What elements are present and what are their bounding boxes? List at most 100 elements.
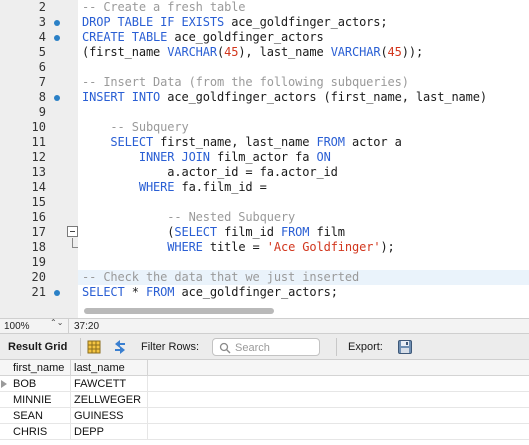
- code-line[interactable]: 20 -- Check the data that we just inserte…: [0, 270, 529, 285]
- cell-last-name[interactable]: GUINESS: [71, 408, 148, 424]
- code-line[interactable]: 8 INSERT INTO ace_goldfinger_actors (firs…: [0, 90, 529, 105]
- code-token-cm: -- Subquery: [82, 120, 189, 134]
- line-number: 21: [31, 285, 46, 299]
- grid-view-icon[interactable]: [86, 339, 102, 355]
- cell-last-name[interactable]: ZELLWEGER: [71, 392, 148, 408]
- line-number: 18: [31, 240, 46, 254]
- code-line[interactable]: 7 -- Insert Data (from the following subq…: [0, 75, 529, 90]
- code-token-num: 45: [224, 45, 239, 59]
- code-line[interactable]: 4 CREATE TABLE ace_goldfinger_actors: [0, 30, 529, 45]
- statement-marker-icon[interactable]: [54, 95, 60, 101]
- code-text[interactable]: -- Subquery: [82, 120, 189, 135]
- code-token-plain: film_id: [217, 225, 281, 239]
- code-text[interactable]: SELECT first_name, last_name FROM actor …: [82, 135, 402, 150]
- code-token-num: 45: [387, 45, 402, 59]
- sql-editor[interactable]: 2 -- Create a fresh table 3 DROP TABLE IF E…: [0, 0, 529, 318]
- line-number: 9: [38, 105, 46, 119]
- table-row[interactable]: BOB FAWCETT: [0, 376, 529, 392]
- code-line[interactable]: 14 WHERE fa.film_id =: [0, 180, 529, 195]
- row-header-cell: [0, 408, 10, 424]
- table-row[interactable]: CHRIS DEPP: [0, 424, 529, 440]
- statement-marker-icon[interactable]: [54, 35, 60, 41]
- result-grid[interactable]: first_name last_name BOB FAWCETT MINNIE …: [0, 360, 529, 445]
- code-line[interactable]: 6: [0, 60, 529, 75]
- fold-toggle-icon[interactable]: [67, 226, 78, 237]
- horizontal-scrollbar[interactable]: [84, 308, 274, 314]
- fold-guide: [72, 238, 73, 247]
- column-header-last-name[interactable]: last_name: [71, 360, 148, 376]
- wrap-cell-icon[interactable]: [112, 339, 128, 355]
- code-line-background: [78, 195, 529, 210]
- code-line[interactable]: 11 SELECT first_name, last_name FROM act…: [0, 135, 529, 150]
- code-text[interactable]: (SELECT film_id FROM film: [82, 225, 345, 240]
- code-text[interactable]: a.actor_id = fa.actor_id: [82, 165, 338, 180]
- code-line[interactable]: 2 -- Create a fresh table: [0, 0, 529, 15]
- code-token-plain: (first_name: [82, 45, 168, 59]
- code-token-plain: actor a: [344, 135, 402, 149]
- cell-first-name[interactable]: CHRIS: [10, 424, 71, 440]
- search-box[interactable]: [212, 338, 320, 356]
- zoom-level[interactable]: 100%: [4, 320, 30, 333]
- table-row[interactable]: MINNIE ZELLWEGER: [0, 392, 529, 408]
- code-text[interactable]: CREATE TABLE ace_goldfinger_actors: [82, 30, 324, 45]
- zoom-stepper-icon[interactable]: ⌃⌄: [50, 319, 63, 333]
- row-header-cell: [0, 392, 10, 408]
- statement-marker-icon[interactable]: [54, 20, 60, 26]
- cell-last-name[interactable]: DEPP: [71, 424, 148, 440]
- code-text[interactable]: INSERT INTO ace_goldfinger_actors (first…: [82, 90, 487, 105]
- toolbar-divider: [80, 338, 81, 356]
- code-line[interactable]: 13 a.actor_id = fa.actor_id: [0, 165, 529, 180]
- cell-last-name[interactable]: FAWCETT: [71, 376, 148, 392]
- fold-guide-end: [72, 247, 78, 248]
- cell-first-name[interactable]: BOB: [10, 376, 71, 392]
- code-token-kw: SELECT: [110, 135, 154, 149]
- line-number: 16: [31, 210, 46, 224]
- code-token-plain: a.actor_id = fa.actor_id: [82, 165, 338, 179]
- code-text[interactable]: SELECT * FROM ace_goldfinger_actors;: [82, 285, 338, 300]
- code-line[interactable]: 15: [0, 195, 529, 210]
- export-icon[interactable]: [397, 339, 413, 355]
- code-line[interactable]: 10 -- Subquery: [0, 120, 529, 135]
- code-line[interactable]: 12 INNER JOIN film_actor fa ON: [0, 150, 529, 165]
- code-text[interactable]: -- Insert Data (from the following subqu…: [82, 75, 409, 90]
- line-number: 3: [38, 15, 46, 29]
- code-text[interactable]: WHERE fa.film_id =: [82, 180, 267, 195]
- code-text[interactable]: -- Create a fresh table: [82, 0, 246, 15]
- code-text[interactable]: WHERE title = 'Ace Goldfinger');: [82, 240, 395, 255]
- code-token-kw: SELECT: [82, 285, 125, 299]
- search-input[interactable]: [235, 341, 317, 354]
- code-text[interactable]: DROP TABLE IF EXISTS ace_goldfinger_acto…: [82, 15, 388, 30]
- code-token-cm: -- Check the data that we just inserted: [82, 270, 360, 284]
- code-line[interactable]: 19: [0, 255, 529, 270]
- code-line[interactable]: 9: [0, 105, 529, 120]
- code-token-plain: ace_goldfinger_actors: [167, 30, 324, 44]
- code-line[interactable]: 21 SELECT * FROM ace_goldfinger_actors;: [0, 285, 529, 300]
- export-label: Export:: [348, 341, 383, 353]
- code-line[interactable]: 3 DROP TABLE IF EXISTS ace_goldfinger_act…: [0, 15, 529, 30]
- code-token-plain: (: [82, 225, 175, 239]
- column-header-first-name[interactable]: first_name: [10, 360, 71, 376]
- code-line[interactable]: 18 WHERE title = 'Ace Goldfinger');: [0, 238, 529, 255]
- code-line-background: [78, 60, 529, 75]
- cell-first-name[interactable]: SEAN: [10, 408, 71, 424]
- cell-first-name[interactable]: MINNIE: [10, 392, 71, 408]
- code-text[interactable]: -- Nested Subquery: [82, 210, 295, 225]
- code-token-plain: film_actor fa: [209, 150, 317, 164]
- table-row[interactable]: SEAN GUINESS: [0, 408, 529, 424]
- code-token-kw: INNER JOIN: [138, 150, 210, 164]
- code-token-plain: *: [124, 285, 146, 299]
- code-line[interactable]: 16 -- Nested Subquery: [0, 210, 529, 225]
- line-number: 8: [38, 90, 46, 104]
- code-token-plain: );: [380, 240, 395, 254]
- code-text[interactable]: -- Check the data that we just inserted: [82, 270, 359, 285]
- code-text[interactable]: INNER JOIN film_actor fa ON: [82, 150, 331, 165]
- code-token-plain: ));: [401, 45, 424, 59]
- code-line[interactable]: 17 (SELECT film_id FROM film: [0, 225, 529, 240]
- code-line[interactable]: 5 (first_name VARCHAR(45), last_name VARC…: [0, 45, 529, 60]
- code-token-str: 'Ace Goldfinger': [266, 240, 381, 254]
- statement-marker-icon[interactable]: [54, 290, 60, 296]
- line-number: 4: [38, 30, 46, 44]
- code-text[interactable]: (first_name VARCHAR(45), last_name VARCH…: [82, 45, 423, 60]
- code-token-kw: VARCHAR: [167, 45, 217, 59]
